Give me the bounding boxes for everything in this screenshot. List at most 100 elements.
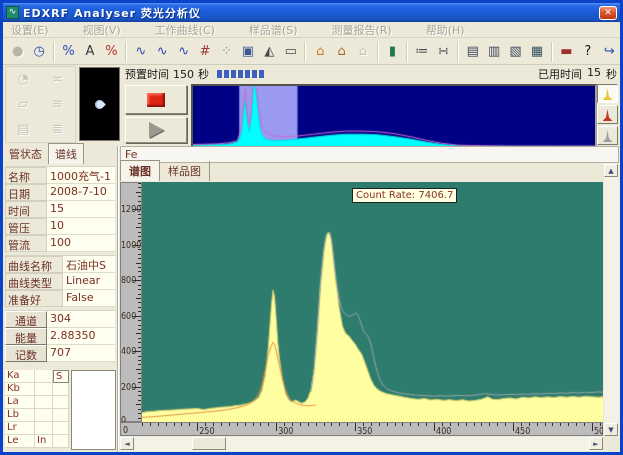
filter-icon: ≋ [47,95,69,115]
device-monitor-icon: ▮ [389,45,396,58]
toolbar-separator [53,42,55,62]
auto-adjust-button[interactable]: A [79,41,100,63]
menu-item[interactable]: 设置(E) [11,22,49,38]
property-value[interactable]: 10 [47,218,115,235]
menu-item[interactable]: 工作曲线(C) [155,22,215,38]
drop-icon [93,98,106,111]
sequence-list-button[interactable]: ≔ [411,41,432,63]
rename-button[interactable]: ▭ [280,41,301,63]
element-cell[interactable] [53,396,69,409]
table-row[interactable]: Kb [5,383,69,396]
table-row[interactable]: KaS [5,370,69,383]
left-tab[interactable]: 谱线 [48,143,84,164]
element-cell[interactable] [35,396,53,409]
element-cell[interactable] [53,383,69,396]
element-cell[interactable] [35,370,53,383]
stop-button[interactable] [125,85,187,114]
property-value[interactable]: 15 [47,201,115,218]
mirror-peak-button[interactable]: ◭ [259,41,280,63]
toolbar: ●◷%A%∿∿∿#⁘▣◭▭⌂⌂⌂▮≔∺▤▥▧▦▬?↪ [3,39,620,65]
exit-button[interactable]: ↪ [599,41,620,63]
table-row[interactable]: La [5,396,69,409]
close-button[interactable]: ✕ [599,6,617,20]
scale-yellow-peak-button[interactable] [597,84,618,103]
home-new-button[interactable]: ⌂ [309,41,330,63]
table-row[interactable]: Lb [5,409,69,422]
list-icon: ≣ [47,120,69,140]
chart-tab[interactable]: 样品图 [160,161,210,181]
vertical-scrollbar[interactable]: ▲ ▼ [604,164,619,436]
context-help-button[interactable]: ? [577,41,598,63]
chart-tab[interactable]: 谱图 [120,160,160,181]
property-value[interactable]: False [63,290,115,307]
preset-time-button[interactable]: ◷ [28,41,49,63]
scroll-right-button[interactable]: ► [589,437,603,450]
element-cell[interactable] [35,383,53,396]
property-value[interactable]: Linear [63,273,115,290]
spectrum-plot[interactable]: Count Rate: 7406.7 [142,182,603,422]
print-setup-icon: ▥ [488,45,500,58]
menu-item[interactable]: 视图(V) [83,22,121,38]
smooth-button[interactable]: ⁘ [216,41,237,63]
scale-gray-peak-button[interactable] [597,126,618,145]
menu-item[interactable]: 测量报告(R) [332,22,392,38]
print-icon: ▤ [467,45,479,58]
horizontal-scrollbar[interactable]: ◄ ► [120,437,603,451]
print-button[interactable]: ▤ [462,41,483,63]
spectrum-canvas[interactable] [142,182,603,422]
gain-adjust-button[interactable]: % [101,41,122,63]
table-row[interactable]: Lr [5,422,69,435]
property-label[interactable]: 通道 [5,311,47,328]
scale-red-peak-button[interactable] [597,105,618,124]
calculator-button[interactable]: ▦ [526,41,547,63]
property-label[interactable]: 记数 [5,345,47,362]
element-cell[interactable] [53,422,69,435]
home-delete-button[interactable]: ⌂ [331,41,352,63]
scroll-down-button[interactable]: ▼ [604,423,618,436]
element-cell[interactable] [35,422,53,435]
element-cell[interactable]: S [53,370,69,383]
app-icon: ∿ [6,6,19,19]
preset-time-icon: ◷ [33,45,44,58]
property-value[interactable]: 2.88350 [47,328,115,345]
property-value[interactable]: 707 [47,345,115,362]
property-label: 时间 [5,201,47,218]
element-cell[interactable] [53,435,69,448]
scroll-left-button[interactable]: ◄ [120,437,134,450]
property-value[interactable]: 1000充气-1 [47,167,115,184]
property-value[interactable]: 304 [47,311,115,328]
rename-icon: ▭ [285,45,297,58]
left-tab[interactable]: 管状态 [3,144,48,164]
start-button[interactable] [125,117,187,143]
property-label[interactable]: 能量 [5,328,47,345]
help-book-button[interactable]: ▬ [556,41,577,63]
calibrate-grid-button[interactable]: # [194,41,215,63]
gain-percent-button[interactable]: % [58,41,79,63]
scrollbar-thumb[interactable] [192,437,226,450]
print-setup-button[interactable]: ▥ [483,41,504,63]
properties-panel: 名称1000充气-1日期2008-7-10时间15管压10管流100曲线名称石油… [5,166,115,365]
delete-spectrum-icon: ∿ [157,45,168,58]
control-panel: ◔≍▱≋▤≣ 预置时间 150 秒 已用时间 15 秒 [3,65,620,146]
elapsed-time-label: 已用时间 [538,66,582,82]
new-spectrum-button[interactable]: ∿ [130,41,151,63]
menu-item[interactable]: 样品谱(S) [249,22,298,38]
element-cell[interactable]: In [35,435,53,448]
save-spectrum-button[interactable]: ∿ [173,41,194,63]
parameter-list-button[interactable]: ∺ [433,41,454,63]
property-value[interactable]: 2008-7-10 [47,184,115,201]
scroll-up-button[interactable]: ▲ [604,164,618,177]
property-value[interactable]: 100 [47,235,115,252]
print-preview-button[interactable]: ▧ [505,41,526,63]
image-button[interactable]: ▣ [237,41,258,63]
property-value[interactable]: 石油中S [63,256,115,273]
element-listbox[interactable] [71,370,116,450]
element-cell[interactable] [35,409,53,422]
delete-spectrum-button[interactable]: ∿ [152,41,173,63]
device-monitor-button[interactable]: ▮ [382,41,403,63]
tube-power-icon: ● [12,45,23,58]
menu-item[interactable]: 帮助(H) [426,22,465,38]
element-cell[interactable] [53,409,69,422]
title-bar[interactable]: ∿ EDXRF Analyser 荧光分析仪 ✕ [3,3,620,22]
table-row[interactable]: LeIn [5,435,69,448]
